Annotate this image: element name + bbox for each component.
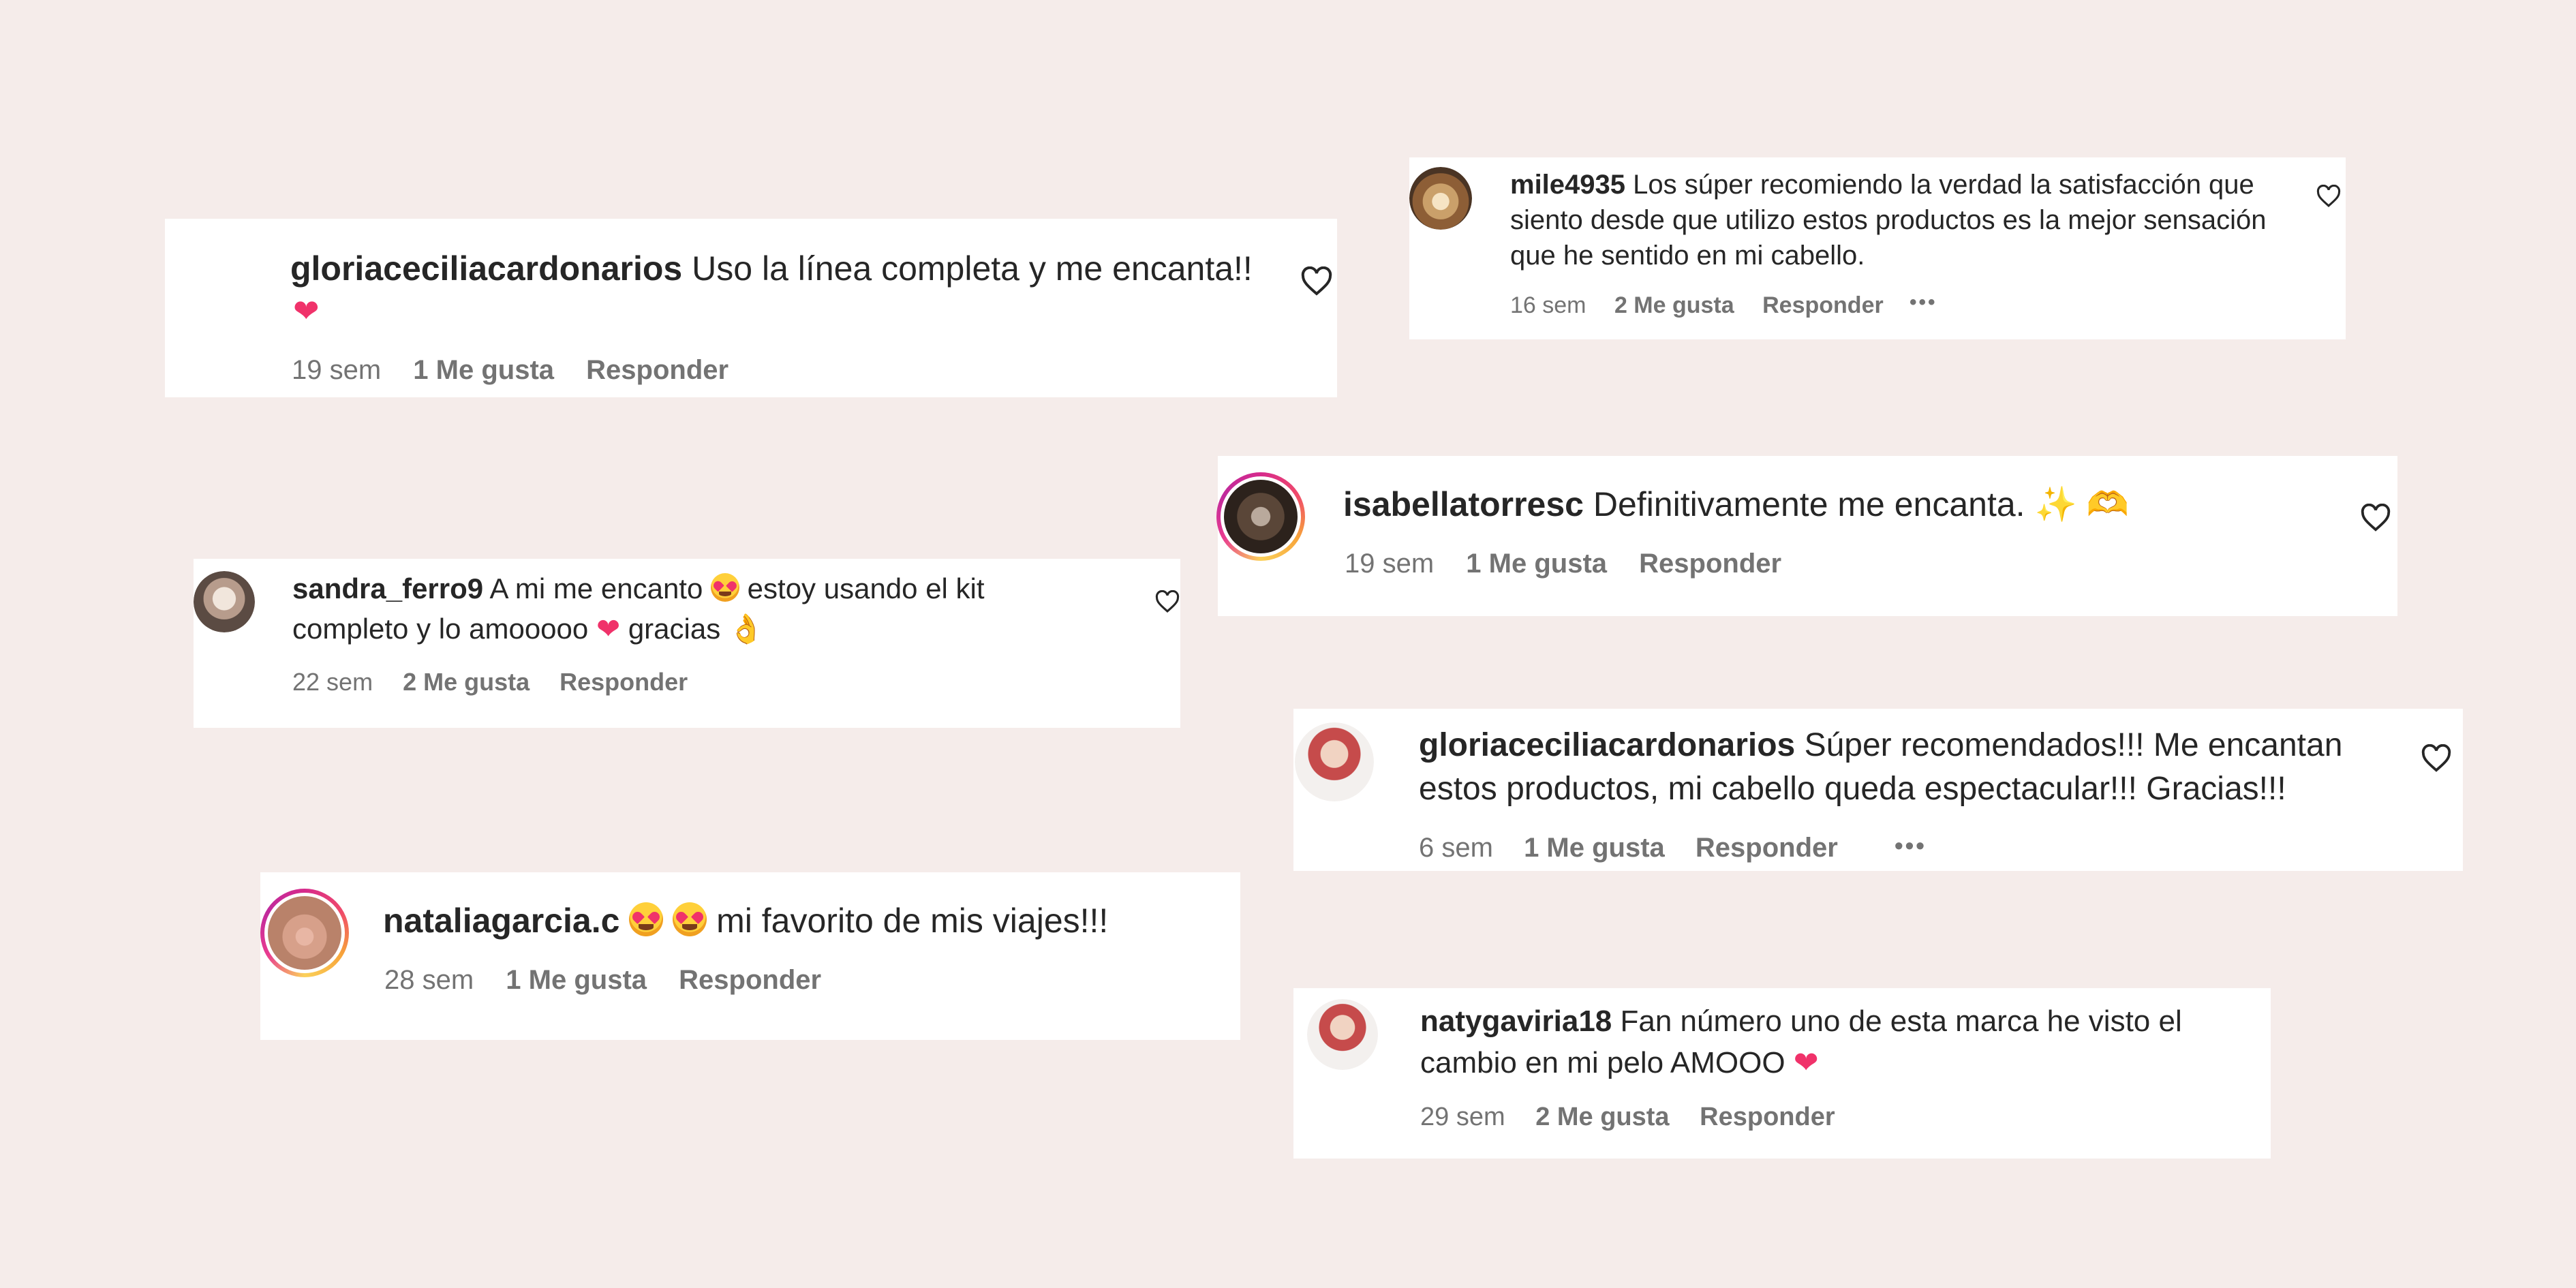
comment-meta: 28 sem 1 Me gusta Responder — [384, 965, 821, 996]
comment-meta: 19 sem 1 Me gusta Responder — [292, 355, 729, 386]
reply-button[interactable]: Responder — [1700, 1103, 1835, 1132]
heart-eyes-emoji — [629, 902, 664, 936]
comment-meta: 16 sem 2 Me gusta Responder — [1510, 292, 1884, 319]
heart-eyes-emoji — [711, 573, 739, 602]
comment-username[interactable]: isabellatorresc — [1343, 485, 1584, 523]
comment-text: mi favorito de mis viajes!!! — [716, 902, 1109, 940]
reply-button[interactable]: Responder — [586, 355, 729, 386]
comment-text: Súper recomendados!!! Me encantan — [1804, 727, 2343, 763]
comment-text: Uso la línea completa y me encanta!! — [692, 249, 1253, 288]
comment-likes[interactable]: 1 Me gusta — [1466, 549, 1607, 579]
sparkles-emoji: ✨ 🫶 — [2034, 485, 2129, 523]
comment-username[interactable]: natygaviria18 — [1420, 1005, 1612, 1038]
comment-line-1: sandra_ferro9 A mi me encanto estoy usan… — [292, 572, 985, 605]
comment-line-1: natygaviria18 Fan número uno de esta mar… — [1420, 1005, 2182, 1039]
comment-meta: 29 sem 2 Me gusta Responder — [1420, 1103, 1835, 1132]
comment-text: A mi me encanto — [489, 572, 703, 604]
avatar[interactable] — [165, 243, 245, 324]
comment-text: Definitivamente me encanta. — [1593, 485, 2025, 523]
heart-emoji: ❤ — [293, 293, 320, 328]
comment-card-1: gloriaceciliacardonarios Uso la línea co… — [165, 219, 1337, 397]
heart-outline-icon[interactable] — [1154, 590, 1180, 613]
comment-line-1: gloriaceciliacardonarios Súper recomenda… — [1419, 726, 2342, 764]
comment-likes[interactable]: 2 Me gusta — [1535, 1103, 1669, 1132]
comment-likes[interactable]: 2 Me gusta — [403, 668, 530, 696]
ok-hand-emoji: 👌 — [728, 613, 765, 645]
reply-button[interactable]: Responder — [1696, 833, 1838, 863]
heart-outline-icon[interactable] — [2316, 185, 2342, 208]
comment-text: cambio en mi pelo AMOOO — [1420, 1046, 1785, 1079]
comment-meta: 22 sem 2 Me gusta Responder — [292, 668, 688, 696]
avatar[interactable] — [1307, 999, 1378, 1070]
comment-username[interactable]: mile4935 — [1510, 170, 1625, 200]
comment-likes[interactable]: 1 Me gusta — [1524, 833, 1665, 863]
comment-meta: 6 sem 1 Me gusta Responder — [1419, 833, 1838, 863]
reply-button[interactable]: Responder — [1639, 549, 1781, 579]
comment-line-2: estos productos, mi cabello queda espect… — [1419, 770, 2286, 808]
comment-line-2: cambio en mi pelo AMOOO ❤ — [1420, 1045, 1819, 1080]
comment-card-7: natygaviria18 Fan número uno de esta mar… — [1293, 988, 2271, 1159]
comment-time: 19 sem — [292, 355, 382, 385]
comment-time: 28 sem — [384, 965, 474, 995]
comment-username[interactable]: gloriaceciliacardonarios — [290, 249, 682, 288]
comment-username[interactable]: nataliagarcia.c — [383, 902, 619, 940]
comment-username[interactable]: gloriaceciliacardonarios — [1419, 727, 1795, 763]
comment-card-5: gloriaceciliacardonarios Súper recomenda… — [1293, 709, 2463, 871]
comment-card-4: sandra_ferro9 A mi me encanto estoy usan… — [194, 559, 1180, 728]
comment-time: 19 sem — [1345, 549, 1435, 579]
comment-line-2: completo y lo amooooo ❤ gracias 👌 — [292, 612, 764, 646]
comment-time: 22 sem — [292, 668, 373, 696]
comment-line-2: siento desde que utilizo estos productos… — [1510, 205, 2267, 236]
comment-line-1: gloriaceciliacardonarios Uso la línea co… — [290, 249, 1253, 288]
comment-card-2: mile4935 Los súper recomiendo la verdad … — [1409, 157, 2346, 339]
heart-outline-icon[interactable] — [2360, 504, 2391, 532]
heart-emoji: ❤ — [1793, 1046, 1819, 1079]
reply-button[interactable]: Responder — [559, 668, 688, 696]
comment-line-3: que he sentido en mi cabello. — [1510, 241, 1865, 271]
comment-card-3: isabellatorresc Definitivamente me encan… — [1216, 456, 2397, 616]
comment-text: Los súper recomiendo la verdad la satisf… — [1633, 170, 2254, 200]
avatar[interactable] — [1295, 722, 1374, 801]
comment-line-2: ❤ — [293, 292, 320, 329]
comment-text: estos productos, mi cabello queda espect… — [1419, 771, 2286, 807]
comment-likes[interactable]: 1 Me gusta — [413, 355, 554, 386]
comment-text: siento desde que utilizo estos productos… — [1510, 205, 2267, 235]
more-options-icon[interactable]: ••• — [1910, 291, 1937, 314]
comment-likes[interactable]: 2 Me gusta — [1614, 292, 1734, 319]
comment-line-1: isabellatorresc Definitivamente me encan… — [1343, 485, 2129, 525]
comment-text: que he sentido en mi cabello. — [1510, 241, 1865, 271]
comment-time: 16 sem — [1510, 292, 1586, 318]
comment-time: 6 sem — [1419, 833, 1493, 863]
avatar[interactable] — [1409, 167, 1472, 230]
comment-line-1: mile4935 Los súper recomiendo la verdad … — [1510, 170, 2254, 200]
comment-text: Fan número uno de esta marca he visto el — [1620, 1005, 2182, 1038]
reply-button[interactable]: Responder — [679, 965, 821, 996]
heart-outline-icon[interactable] — [2421, 744, 2452, 773]
comment-username[interactable]: sandra_ferro9 — [292, 572, 483, 604]
more-options-icon[interactable]: ••• — [1895, 831, 1927, 860]
comment-text: completo y lo amooooo — [292, 613, 589, 645]
reply-button[interactable]: Responder — [1762, 292, 1884, 319]
comment-line-1: nataliagarcia.c mi favorito de mis viaje… — [383, 901, 1108, 940]
avatar[interactable] — [1216, 472, 1305, 561]
comment-time: 29 sem — [1420, 1103, 1505, 1131]
heart-emoji: ❤ — [596, 613, 621, 645]
comment-card-6: nataliagarcia.c mi favorito de mis viaje… — [260, 872, 1240, 1040]
comment-text: gracias — [628, 613, 721, 645]
comment-likes[interactable]: 1 Me gusta — [506, 965, 647, 996]
avatar[interactable] — [194, 571, 255, 632]
comment-meta: 19 sem 1 Me gusta Responder — [1345, 549, 1781, 579]
comment-text: estoy usando el kit — [747, 572, 985, 604]
heart-eyes-emoji — [673, 902, 707, 936]
avatar[interactable] — [260, 889, 349, 977]
heart-outline-icon[interactable] — [1300, 266, 1333, 296]
